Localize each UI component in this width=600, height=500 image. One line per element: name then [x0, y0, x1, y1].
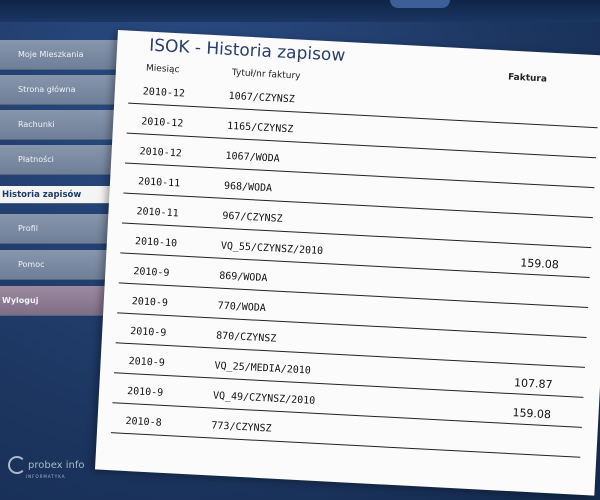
cell-invoice: 107.87	[513, 376, 553, 392]
cell-month: 2010-10	[134, 236, 178, 250]
cell-title: 773/CZYNSZ	[211, 420, 272, 435]
sidebar-item-moje-mieszkania[interactable]: Moje Mieszkania	[0, 40, 118, 70]
cell-month: 2010-12	[140, 116, 184, 130]
cell-title: 967/CZYNSZ	[222, 210, 283, 225]
top-strip	[0, 0, 600, 22]
cell-month: 2010-9	[133, 266, 170, 280]
sidebar-item-profil[interactable]: Profil	[0, 214, 118, 244]
cell-title: VQ_55/CZYNSZ/2010	[220, 240, 324, 258]
sidebar-item-rachunki[interactable]: Rachunki	[0, 110, 118, 140]
company-logo: probex info INFORMATYKA	[8, 456, 85, 479]
cell-title: 1165/CZYNSZ	[226, 120, 294, 136]
cell-title: 869/WODA	[218, 270, 268, 285]
history-panel: ISOK - Historia zapisow Miesiąc Tytuł/nr…	[94, 30, 600, 496]
cell-invoice: 159.08	[520, 256, 560, 272]
header-decoration	[390, 0, 450, 8]
cell-title: VQ_49/CZYNSZ/2010	[212, 390, 316, 407]
cell-month: 2010-9	[128, 356, 166, 369]
logo-icon	[8, 456, 26, 474]
cell-month: 2010-12	[139, 146, 183, 160]
sidebar-item-historia-zapisow[interactable]: Historia zapisów	[0, 186, 118, 204]
sidebar-item-wyloguj[interactable]: Wyloguj	[0, 286, 118, 316]
sidebar-item-platnosci[interactable]: Płatności	[0, 145, 118, 175]
cell-title: 770/WODA	[217, 300, 267, 315]
cell-month: 2010-8	[125, 415, 162, 429]
cell-title: 968/WODA	[223, 180, 273, 195]
cell-month: 2010-11	[136, 206, 179, 220]
app-window: Moje Mieszkania Strona główna Rachunki P…	[0, 0, 600, 500]
logo-text: probex info	[28, 460, 85, 471]
sidebar-item-strona-glowna[interactable]: Strona główna	[0, 75, 118, 105]
cell-month: 2010-9	[131, 296, 169, 309]
sidebar-item-pomoc[interactable]: Pomoc	[0, 250, 118, 280]
page-title: ISOK - Historia zapisow	[148, 35, 346, 66]
cell-month: 2010-9	[129, 326, 167, 339]
cell-invoice: 159.08	[512, 406, 552, 422]
cell-title: 1067/WODA	[225, 150, 280, 165]
logo-subtitle: INFORMATYKA	[26, 474, 66, 479]
cell-month: 2010-12	[142, 86, 186, 100]
cell-month: 2010-11	[137, 176, 181, 190]
cell-title: 870/CZYNSZ	[215, 330, 277, 345]
cell-title: VQ_25/MEDIA/2010	[214, 360, 312, 377]
cell-month: 2010-9	[126, 385, 164, 399]
sidebar: Moje Mieszkania Strona główna Rachunki P…	[0, 38, 118, 478]
column-header-invoice: Faktura	[507, 72, 548, 85]
cell-title: 1067/CZYNSZ	[228, 90, 296, 106]
